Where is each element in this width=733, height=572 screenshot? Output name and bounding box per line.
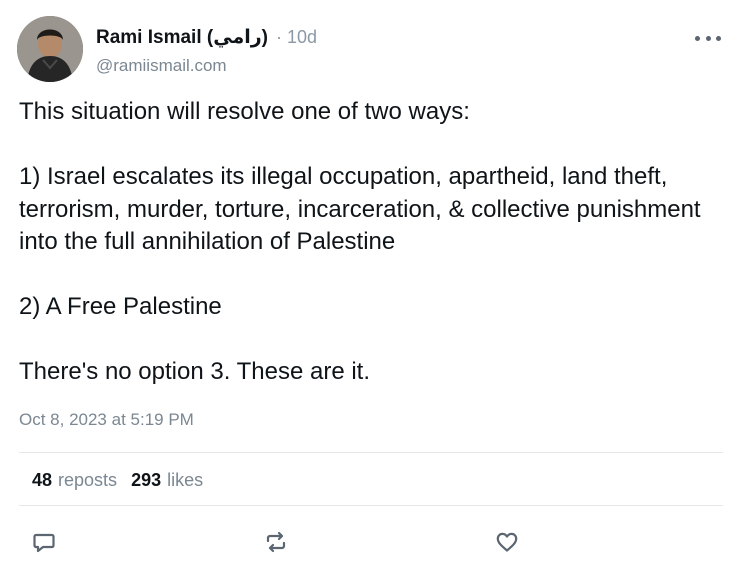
post-timestamp[interactable]: Oct 8, 2023 at 5:19 PM bbox=[19, 410, 194, 430]
likes-label: likes bbox=[167, 470, 204, 490]
reply-button[interactable] bbox=[29, 527, 59, 557]
more-horizontal-icon bbox=[705, 35, 711, 41]
speech-bubble-icon bbox=[33, 533, 55, 553]
reposts-label: reposts bbox=[58, 470, 118, 490]
engagement-stats: 48 reposts 293 likes bbox=[32, 470, 203, 491]
like-button[interactable] bbox=[492, 527, 522, 557]
repost-button[interactable] bbox=[261, 527, 291, 557]
reposts-stat[interactable]: 48 reposts bbox=[32, 470, 117, 491]
more-options-button[interactable] bbox=[695, 30, 721, 46]
author-row: Rami Ismail (رامي) · 10d bbox=[96, 26, 317, 49]
likes-count: 293 bbox=[131, 470, 162, 490]
more-horizontal-icon bbox=[716, 35, 721, 41]
post-age[interactable]: 10d bbox=[287, 27, 317, 48]
avatar[interactable] bbox=[17, 16, 83, 82]
author-display-name[interactable]: Rami Ismail (رامي) bbox=[96, 26, 268, 49]
avatar-photo bbox=[17, 16, 83, 82]
likes-stat[interactable]: 293 likes bbox=[131, 470, 203, 491]
reposts-count: 48 bbox=[32, 470, 53, 490]
divider bbox=[19, 452, 723, 453]
post-paragraph: 1) Israel escalates its illegal occupati… bbox=[19, 163, 701, 255]
post-paragraph: 2) A Free Palestine bbox=[19, 293, 222, 320]
more-horizontal-icon bbox=[695, 35, 700, 41]
post-text: This situation will resolve one of two w… bbox=[19, 96, 719, 389]
divider bbox=[19, 505, 723, 506]
post-paragraph: This situation will resolve one of two w… bbox=[19, 98, 470, 125]
author-handle[interactable]: @ramiismail.com bbox=[96, 56, 227, 76]
heart-icon bbox=[496, 532, 518, 552]
separator-dot: · bbox=[275, 27, 282, 47]
post-paragraph: There's no option 3. These are it. bbox=[19, 358, 371, 385]
repost-icon bbox=[266, 531, 286, 553]
